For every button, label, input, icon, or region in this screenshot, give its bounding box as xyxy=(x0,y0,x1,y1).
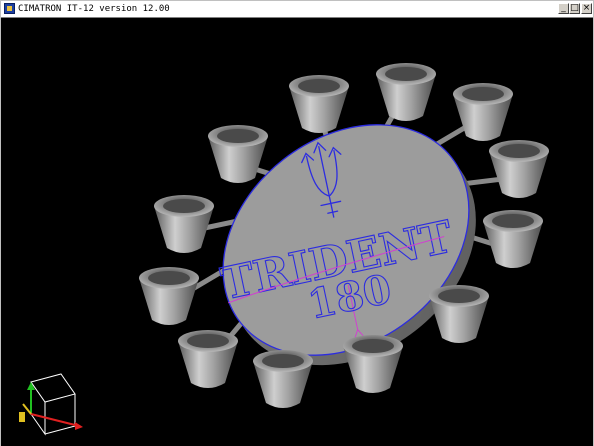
window-title: CIMATRON IT-12 version 12.00 xyxy=(18,4,170,14)
axis-triad[interactable] xyxy=(19,373,83,436)
maximize-button[interactable]: □ xyxy=(569,3,580,14)
nozzle-cup xyxy=(154,195,214,253)
nozzle-cup xyxy=(376,63,436,121)
nozzle-cup xyxy=(489,140,549,198)
nozzle-cup xyxy=(139,267,199,325)
nozzle-cup xyxy=(289,75,349,133)
cimatron-app-icon[interactable] xyxy=(4,3,15,14)
nozzle-cup xyxy=(208,125,268,183)
title-bar[interactable]: CIMATRON IT-12 version 12.00 _ □ × xyxy=(1,1,593,18)
nozzle-cup xyxy=(483,210,543,268)
model-canvas[interactable]: TRIDENT 180 xyxy=(1,18,593,446)
nozzle-cup xyxy=(178,330,238,388)
cimatron-window: CIMATRON IT-12 version 12.00 _ □ × TRIDE… xyxy=(0,0,594,446)
minimize-button[interactable]: _ xyxy=(558,3,569,14)
3d-viewport[interactable]: TRIDENT 180 xyxy=(1,18,593,446)
close-button[interactable]: × xyxy=(581,3,592,14)
nozzle-cup xyxy=(453,83,513,141)
nozzle-cup xyxy=(343,335,403,393)
nozzle-cup xyxy=(253,350,313,408)
nozzle-cup xyxy=(429,285,489,343)
